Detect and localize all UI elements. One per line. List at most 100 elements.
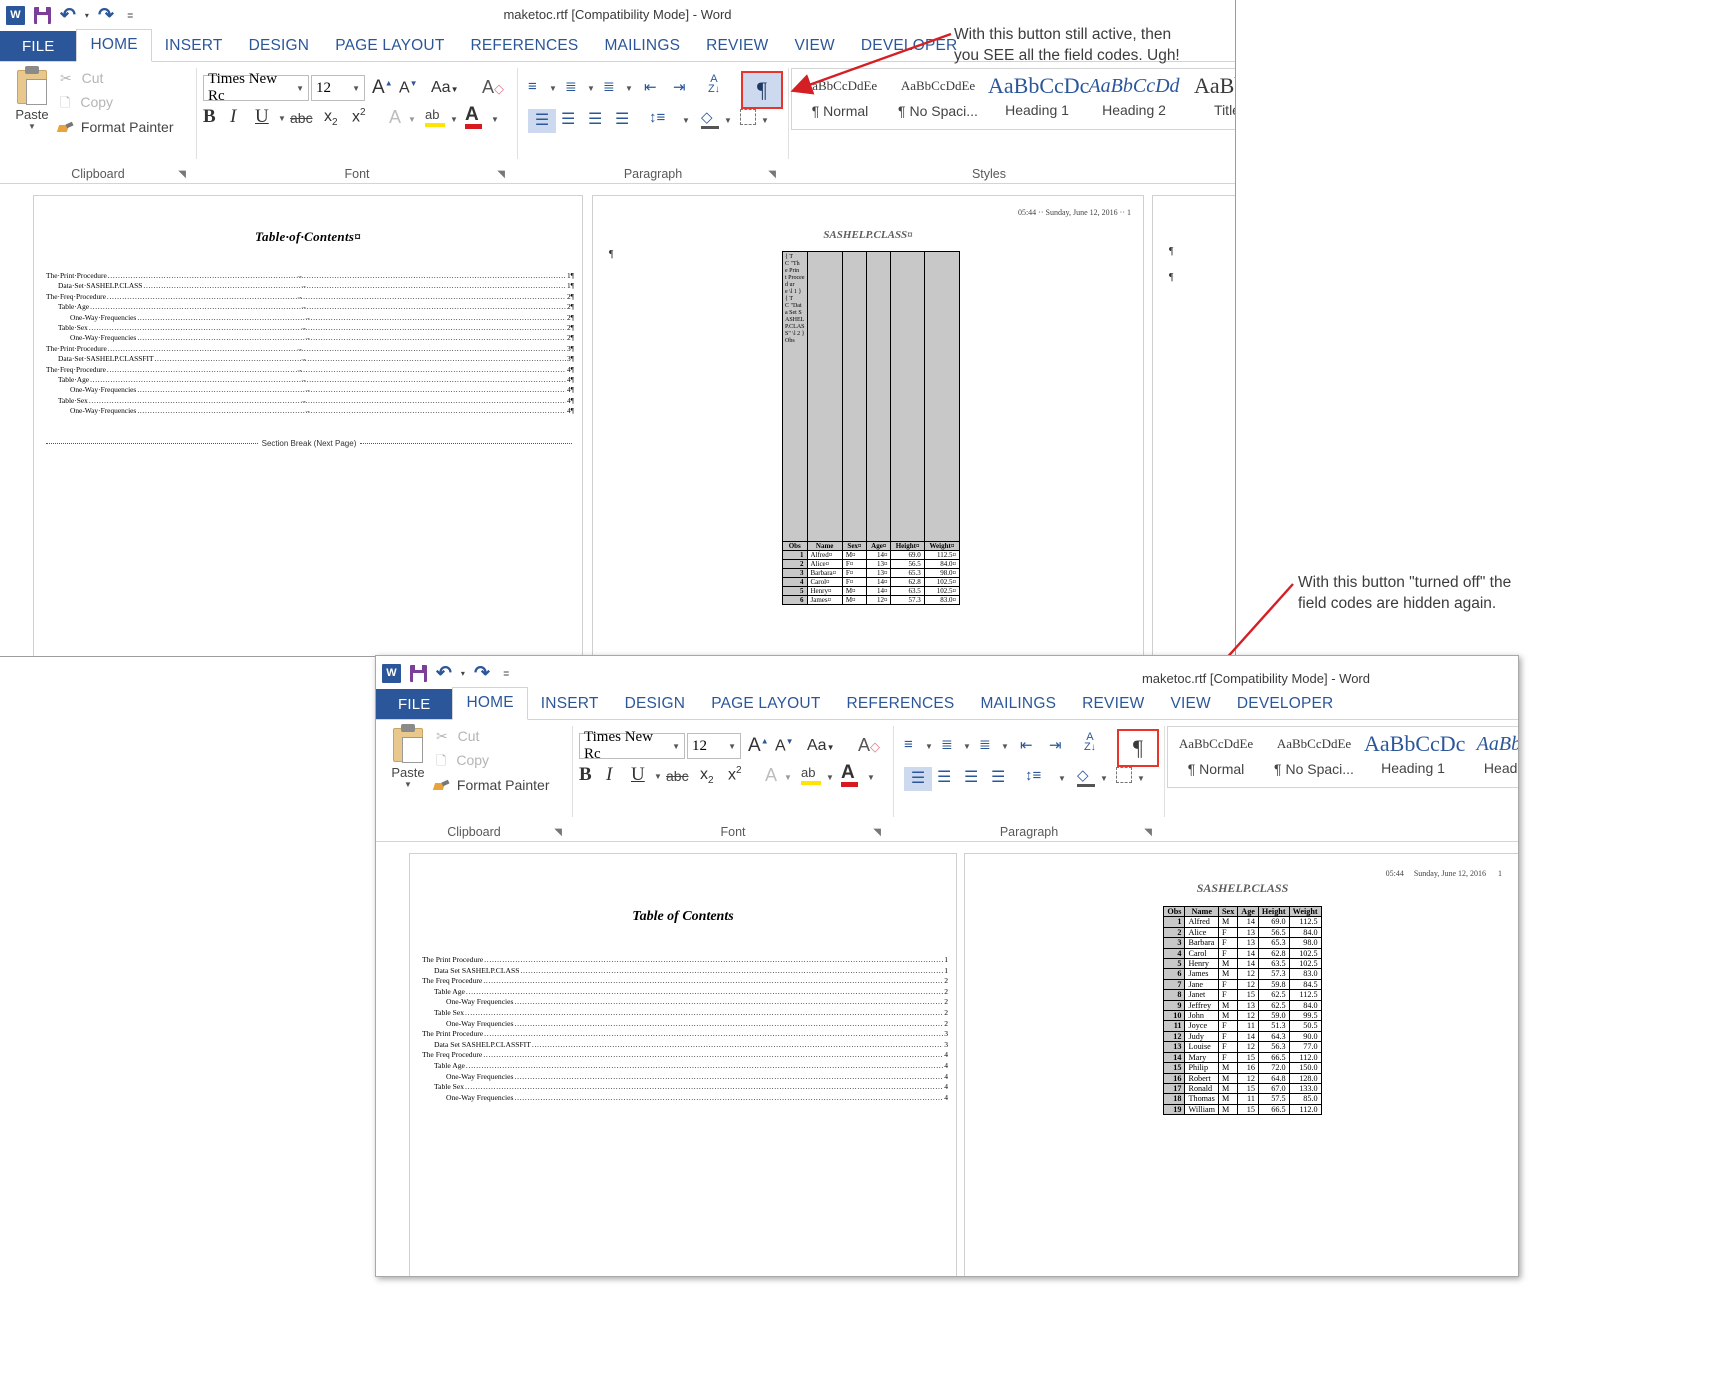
styles-gallery-top[interactable]: AaBbCcDdEe ¶ Normal AaBbCcDdEe ¶ No Spac… — [791, 68, 1236, 130]
underline-dropdown-icon[interactable]: ▼ — [654, 772, 662, 781]
style-heading-2[interactable]: AaBbCc Heading — [1462, 727, 1519, 787]
borders-dropdown-icon[interactable]: ▼ — [761, 116, 769, 125]
tab-file[interactable]: FILE — [0, 31, 76, 62]
tab-page-layout[interactable]: PAGE LAYOUT — [698, 689, 833, 720]
italic-button[interactable]: I — [230, 106, 236, 128]
text-effects-dropdown-icon[interactable]: ▼ — [784, 773, 792, 782]
font-color-dropdown-icon[interactable]: ▼ — [491, 115, 499, 124]
clear-formatting-button[interactable]: A◇ — [482, 77, 504, 98]
italic-button[interactable]: I — [606, 764, 612, 786]
bold-button[interactable]: B — [579, 764, 592, 786]
paste-dropdown-icon[interactable]: ▼ — [384, 780, 432, 789]
shrink-font-button[interactable]: A▼ — [775, 737, 794, 755]
document-page-class-top[interactable]: 05:44 ·· Sunday, June 12, 2016 ·· 1 SASH… — [592, 195, 1144, 657]
line-spacing-button[interactable]: ↕≡ — [1025, 767, 1041, 784]
toc-entry[interactable]: One-Way·Frequencies→....................… — [46, 313, 574, 323]
table-row[interactable]: 2Alice¤F¤13¤56.584.0¤ — [783, 560, 960, 569]
font-size-combo[interactable]: 12 ▼ — [311, 75, 365, 101]
grow-font-button[interactable]: A▲ — [372, 77, 393, 99]
align-right-button[interactable]: ☰ — [964, 767, 978, 787]
toc-entry[interactable]: The Freq Procedure......................… — [422, 976, 948, 987]
justify-button[interactable]: ☰ — [991, 767, 1005, 787]
multilevel-list-button[interactable]: ≣ — [603, 78, 615, 95]
format-painter-button[interactable]: Format Painter — [434, 777, 549, 793]
toc-entry[interactable]: Table·Age→..............................… — [46, 302, 574, 312]
bullets-dropdown-icon[interactable]: ▼ — [925, 742, 933, 751]
multilevel-list-button[interactable]: ≣ — [979, 736, 991, 753]
shading-dropdown-icon[interactable]: ▼ — [724, 116, 732, 125]
toc-entry[interactable]: Data·Set·SASHELP.CLASSFIT→..............… — [46, 354, 574, 364]
table-row[interactable]: 4CarolF1462.8102.5 — [1164, 948, 1321, 958]
style-normal[interactable]: AaBbCcDdEe ¶ Normal — [1168, 727, 1264, 787]
toc-entry[interactable]: One-Way Frequencies.....................… — [422, 1072, 948, 1083]
toc-entry[interactable]: Table·Sex→..............................… — [46, 396, 574, 406]
shading-button[interactable]: ◇ — [1077, 766, 1095, 787]
table-row[interactable]: 2AliceF1356.584.0 — [1164, 927, 1321, 937]
font-dialog-launcher[interactable]: ◥ — [873, 827, 881, 838]
table-row[interactable]: 18ThomasM1157.585.0 — [1164, 1094, 1321, 1104]
font-family-combo[interactable]: Times New Rc ▼ — [203, 75, 309, 101]
line-spacing-dropdown-icon[interactable]: ▼ — [1058, 774, 1066, 783]
table-row[interactable]: 9JeffreyM1362.584.0 — [1164, 1000, 1321, 1010]
document-page-class-bottom[interactable]: 05:44 Sunday, June 12, 2016 1 SASHELP.CL… — [964, 853, 1519, 1277]
text-highlight-button[interactable]: ab — [801, 764, 821, 785]
tab-view[interactable]: VIEW — [1157, 689, 1223, 720]
tab-design[interactable]: DESIGN — [236, 31, 323, 62]
style-normal[interactable]: AaBbCcDdEe ¶ Normal — [792, 69, 888, 129]
toc-entry[interactable]: Table Age...............................… — [422, 1061, 948, 1072]
table-row[interactable]: 3BarbaraF1365.398.0 — [1164, 938, 1321, 948]
text-effects-dropdown-icon[interactable]: ▼ — [408, 115, 416, 124]
shrink-font-button[interactable]: A▼ — [399, 79, 418, 97]
increase-indent-button[interactable]: ⇥ — [673, 78, 686, 96]
paste-dropdown-icon[interactable]: ▼ — [8, 122, 56, 131]
toc-entry[interactable]: One-Way·Frequencies→....................… — [46, 385, 574, 395]
tab-file[interactable]: FILE — [376, 689, 452, 720]
toc-entry[interactable]: The Print Procedure.....................… — [422, 1029, 948, 1040]
toc-entry[interactable]: Table·Age→..............................… — [46, 375, 574, 385]
toc-entry[interactable]: Table Sex...............................… — [422, 1082, 948, 1093]
paste-button[interactable]: Paste ▼ — [8, 66, 56, 131]
toc-entry[interactable]: One-Way Frequencies.....................… — [422, 997, 948, 1008]
toc-entry[interactable]: One-Way Frequencies.....................… — [422, 1093, 948, 1104]
toc-entry[interactable]: One-Way·Frequencies→....................… — [46, 406, 574, 416]
tab-view[interactable]: VIEW — [781, 31, 847, 62]
superscript-button[interactable]: x2 — [352, 107, 366, 126]
toc-entry[interactable]: The·Print·Procedure→....................… — [46, 344, 574, 354]
tab-insert[interactable]: INSERT — [528, 689, 612, 720]
shading-button[interactable]: ◇ — [701, 108, 719, 129]
tab-developer[interactable]: DEVELOPER — [848, 31, 971, 62]
style-title[interactable]: AaBbC Title — [1182, 69, 1236, 129]
style-no-spacing[interactable]: AaBbCcDdEe ¶ No Spaci... — [1264, 727, 1364, 787]
table-row[interactable]: 6James¤M¤12¤57.383.0¤ — [783, 596, 960, 605]
style-heading-1[interactable]: AaBbCcDc Heading 1 — [1364, 727, 1462, 787]
copy-button[interactable]: 🗋 Copy — [436, 752, 489, 774]
table-row[interactable]: 16RobertM1264.8128.0 — [1164, 1073, 1321, 1083]
align-left-button[interactable]: ☰ — [904, 767, 932, 791]
highlight-dropdown-icon[interactable]: ▼ — [826, 773, 834, 782]
table-row[interactable]: 13LouiseF1256.377.0 — [1164, 1042, 1321, 1052]
tab-mailings[interactable]: MAILINGS — [967, 689, 1069, 720]
clipboard-dialog-launcher[interactable]: ◥ — [178, 169, 186, 180]
align-center-button[interactable]: ☰ — [561, 109, 575, 129]
change-case-button[interactable]: Aa▼ — [807, 737, 835, 755]
table-row[interactable]: 1Alfred¤M¤14¤69.0112.5¤ — [783, 551, 960, 560]
toc-entry[interactable]: The·Print·Procedure→....................… — [46, 271, 574, 281]
table-row[interactable]: 10JohnM1259.099.5 — [1164, 1011, 1321, 1021]
bullets-button[interactable]: ≡ — [528, 78, 537, 95]
toc-entry[interactable]: Data·Set·SASHELP.CLASS→.................… — [46, 281, 574, 291]
grow-font-button[interactable]: A▲ — [748, 735, 769, 757]
toc-entry[interactable]: Table Age...............................… — [422, 987, 948, 998]
font-color-button[interactable]: A — [465, 104, 482, 129]
font-color-button[interactable]: A — [841, 762, 858, 787]
table-row[interactable]: 14MaryF1566.5112.0 — [1164, 1052, 1321, 1062]
table-row[interactable]: 15PhilipM1672.0150.0 — [1164, 1063, 1321, 1073]
cut-button[interactable]: ✂ Cut — [436, 728, 479, 745]
toc-entry[interactable]: The·Freq·Procedure→.....................… — [46, 292, 574, 302]
show-formatting-marks-button[interactable]: ¶ — [1119, 731, 1157, 765]
table-row[interactable]: 1AlfredM1469.0112.5 — [1164, 917, 1321, 927]
bold-button[interactable]: B — [203, 106, 216, 128]
table-row[interactable]: 11JoyceF1151.350.5 — [1164, 1021, 1321, 1031]
line-spacing-button[interactable]: ↕≡ — [649, 109, 665, 126]
tab-review[interactable]: REVIEW — [693, 31, 781, 62]
table-row[interactable]: 5HenryM1463.5102.5 — [1164, 959, 1321, 969]
